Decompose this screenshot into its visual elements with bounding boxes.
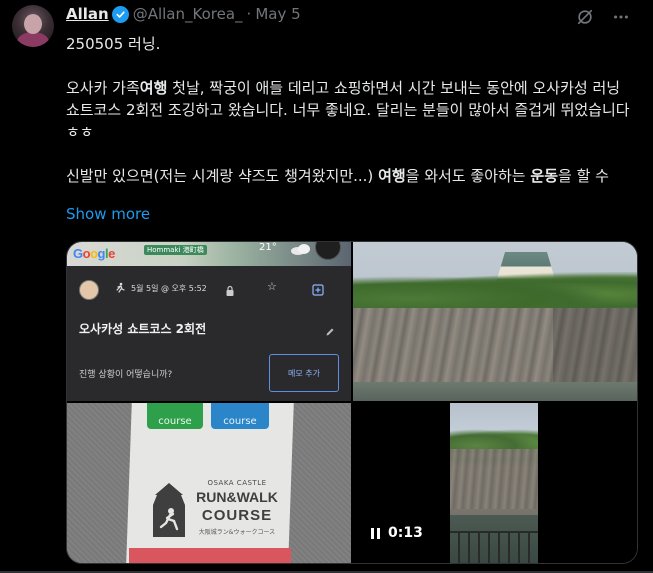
video-stone-wall (450, 449, 538, 509)
author-name[interactable]: Allan (66, 5, 109, 23)
media-photo-app-screenshot[interactable]: Google Hommaki 港町橋 21° 5월 5일 @ 오후 5:52 ☆… (67, 242, 351, 401)
progress-question: 진행 상황이 어떻습니까? (79, 370, 173, 380)
video-controls[interactable]: 0:13 (371, 525, 423, 541)
pencil-icon (325, 322, 335, 341)
media-photo-castle[interactable] (353, 242, 637, 401)
verified-badge-icon (111, 5, 129, 23)
avatar-body (17, 32, 49, 47)
sign-run-walk: RUN&WALK (196, 489, 278, 505)
tweet-paragraph-2: 오사카 가족여행 첫날, 짝궁이 애들 데리고 쇼핑하면서 시간 보내는 동안에… (66, 79, 630, 141)
tweet-text: 250505 러닝. 오사카 가족여행 첫날, 짝궁이 애들 데리고 쇼핑하면서… (66, 33, 636, 187)
moat-water (353, 382, 637, 401)
google-logo: Google (73, 246, 115, 261)
media-photo-course-sign[interactable]: course course OSAKA CASTLE RUN&WALK COUR… (67, 403, 351, 563)
show-more-link[interactable]: Show more (66, 205, 150, 223)
media-grid: Google Hommaki 港町橋 21° 5월 5일 @ 오후 5:52 ☆… (66, 241, 638, 564)
separator-dot: · (246, 5, 252, 23)
tweet-actions-top (575, 7, 631, 27)
lock-icon (225, 282, 235, 301)
post-date[interactable]: May 5 (255, 5, 300, 23)
card-avatar (79, 280, 99, 300)
activity-title: 오사카성 쇼트코스 2회전 (79, 322, 207, 336)
activity-card: 5월 5일 @ 오후 5:52 ☆ 오사카성 쇼트코스 2회전 진행 상황이 어… (67, 266, 351, 401)
avatar-face (24, 14, 42, 34)
weather-temp: 21° (259, 242, 277, 253)
green-course-tag: course (147, 403, 203, 429)
avatar[interactable] (12, 5, 54, 47)
hashtag-word: 여행 (378, 167, 406, 185)
video-timestamp: 0:13 (388, 525, 423, 541)
map-station-badge: Hommaki 港町橋 (144, 245, 207, 255)
cloud-icon (291, 244, 310, 255)
sign-osaka-castle: OSAKA CASTLE (207, 479, 267, 487)
author-handle[interactable]: @Allan_Korea_ (133, 5, 243, 23)
more-icon[interactable] (611, 7, 631, 27)
grok-icon[interactable] (575, 7, 595, 27)
tweet-paragraph-3: 신발만 있으면(저는 시계랑 샥즈도 챙겨왔지만...) 여행을 와서도 좋아하… (66, 167, 609, 185)
tweet-line-1: 250505 러닝. (66, 35, 161, 53)
running-icon (114, 282, 126, 297)
media-video[interactable]: 0:13 (353, 403, 637, 563)
star-icon: ☆ (267, 280, 277, 293)
hashtag-word: 여행 (139, 79, 168, 97)
blue-course-tag: course (211, 403, 269, 429)
hashtag-word: 운동 (530, 167, 558, 185)
add-memo-button: 메모 추가 (269, 354, 339, 392)
add-note-icon (312, 281, 324, 300)
video-railing (450, 531, 538, 563)
stone-wall-shade (553, 308, 637, 386)
tweet[interactable]: Allan @Allan_Korea_ · May 5 250505 러닝. 오… (0, 0, 653, 573)
runner-castle-logo (153, 483, 185, 537)
sign-course: COURSE (201, 507, 273, 524)
activity-datetime: 5월 5일 @ 오후 5:52 (131, 284, 207, 293)
sign-japanese-text: 大阪城ラン&ウォークコース (198, 529, 276, 536)
red-stripe (129, 548, 291, 563)
pause-icon[interactable] (371, 527, 380, 539)
tweet-header: Allan @Allan_Korea_ · May 5 (66, 5, 301, 23)
